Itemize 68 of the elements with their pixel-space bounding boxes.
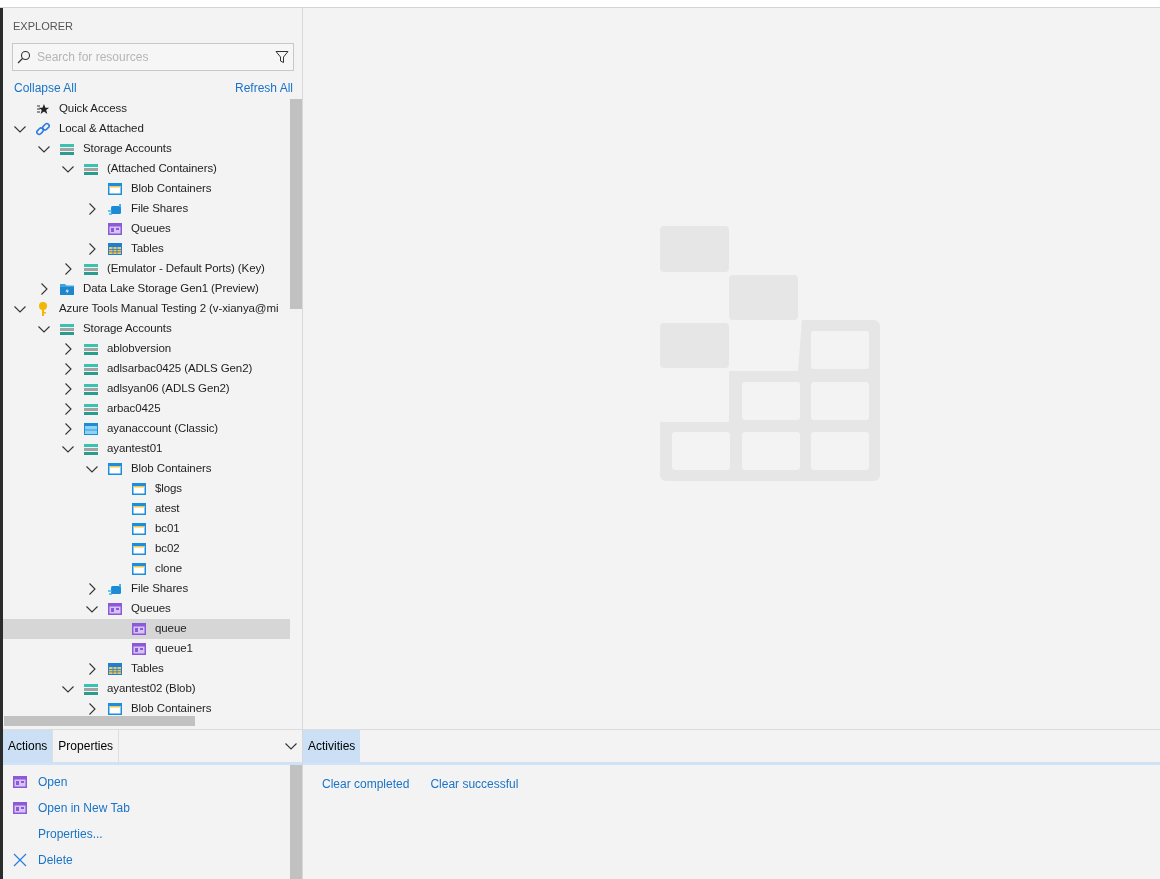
tree-item[interactable]: adlsarbac0425 (ADLS Gen2) [3, 358, 290, 379]
filter-icon[interactable] [275, 49, 289, 64]
tree-item[interactable]: adlsyan06 (ADLS Gen2) [3, 378, 290, 399]
scrollbar-thumb[interactable] [290, 765, 302, 879]
action-link[interactable]: Open [38, 773, 68, 791]
queue-icon [12, 800, 28, 816]
tree-item[interactable]: (Attached Containers) [3, 158, 290, 179]
tree-item[interactable]: Storage Accounts [3, 138, 290, 159]
tree-item[interactable]: ayantest01 [3, 438, 290, 459]
activity-link[interactable]: Clear successful [430, 775, 519, 793]
tree-item[interactable]: bc02 [3, 538, 290, 559]
tree-item[interactable]: $logs [3, 478, 290, 499]
tree-item[interactable]: atest [3, 498, 290, 519]
close-icon [12, 852, 28, 868]
tree-item[interactable]: Queues [3, 218, 290, 239]
tree-item[interactable]: Azure Tools Manual Testing 2 (v-xianya@mi [3, 298, 290, 319]
container-icon [131, 540, 147, 557]
search-icon [17, 49, 31, 64]
window-icon [83, 420, 99, 437]
panel-title: EXPLORER [12, 19, 74, 34]
container-icon [131, 480, 147, 497]
scrollbar-thumb[interactable] [290, 98, 302, 309]
tree-item[interactable]: Data Lake Storage Gen1 (Preview) [3, 278, 290, 299]
collapse-all-link[interactable]: Collapse All [14, 80, 77, 95]
tree-item[interactable]: Queues [3, 598, 290, 619]
tree-item[interactable]: (Emulator - Default Ports) (Key) [3, 258, 290, 279]
tree-item[interactable]: Quick Access [3, 98, 290, 119]
action-link[interactable]: Open in New Tab [38, 799, 130, 817]
scrollbar-thumb[interactable] [4, 715, 195, 726]
tree-item[interactable]: Tables [3, 658, 290, 679]
queue-icon [107, 220, 123, 237]
action-link[interactable]: Delete [38, 851, 73, 869]
table-icon [107, 240, 123, 257]
tree-item[interactable]: Local & Attached [3, 118, 290, 139]
tree-item[interactable]: queue [3, 618, 290, 639]
tree-item[interactable]: bc01 [3, 518, 290, 539]
chain-link-icon [35, 120, 51, 137]
tree-item[interactable]: Storage Accounts [3, 318, 290, 339]
panel-tab[interactable]: Activities [303, 730, 361, 762]
panel-tab[interactable]: Properties [53, 730, 120, 762]
tree-item[interactable]: queue1 [3, 638, 290, 659]
tree-item[interactable]: ayantest02 (Blob) [3, 678, 290, 699]
table-icon [107, 660, 123, 677]
tree-item[interactable]: clone [3, 558, 290, 579]
tree-item[interactable]: Blob Containers [3, 178, 290, 199]
activity-link[interactable]: Clear completed [322, 775, 410, 793]
container-icon [131, 520, 147, 537]
tree-item[interactable]: Blob Containers [3, 458, 290, 479]
tree-item[interactable]: File Shares [3, 198, 290, 219]
tree-item[interactable]: File Shares [3, 578, 290, 599]
tree-item[interactable]: ablobversion [3, 338, 290, 359]
tree-item[interactable]: ayanaccount (Classic) [3, 418, 290, 439]
tree-item[interactable]: Tables [3, 238, 290, 259]
panel-tab[interactable]: Actions [3, 730, 54, 762]
container-icon [107, 700, 123, 717]
queue-icon [12, 774, 28, 790]
queue-icon [131, 640, 147, 657]
tree-item[interactable]: Blob Containers [3, 698, 290, 719]
queue-icon [131, 620, 147, 637]
container-icon [107, 460, 123, 477]
refresh-all-link[interactable]: Refresh All [234, 80, 293, 95]
action-link[interactable]: Properties... [38, 825, 103, 843]
container-icon [107, 180, 123, 197]
container-icon [131, 500, 147, 517]
tree-item[interactable]: arbac0425 [3, 398, 290, 419]
container-icon [131, 560, 147, 577]
search-field[interactable]: Search for resources [12, 42, 294, 71]
queue-icon [107, 600, 123, 617]
